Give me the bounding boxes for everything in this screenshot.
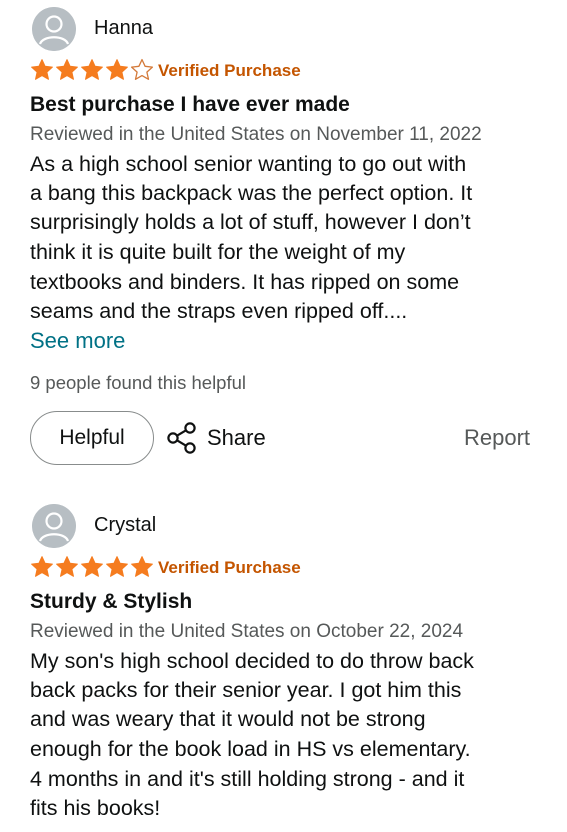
star-rating — [30, 58, 155, 84]
reviewer-name[interactable]: Crystal — [94, 514, 156, 537]
review-card: Crystal Verified Purchase Sturdy & Styli… — [0, 497, 567, 832]
star-empty-icon — [130, 58, 154, 80]
share-button[interactable]: Share — [166, 418, 266, 458]
verified-purchase-badge: Verified Purchase — [158, 61, 301, 80]
helpful-button[interactable]: Helpful — [30, 411, 154, 465]
review-text-line: textbooks and binders. It has ripped on … — [30, 270, 460, 294]
review-text-line: surprisingly holds a lot of stuff, howev… — [30, 210, 471, 234]
helpful-count: 9 people found this helpful — [30, 372, 247, 393]
review-text-line: and was weary that it would not be stron… — [30, 707, 426, 731]
avatar[interactable] — [32, 504, 76, 548]
share-icon — [167, 422, 196, 454]
review-text-line: think it is quite built for the weight o… — [30, 240, 406, 264]
see-more-link[interactable]: See more — [30, 328, 125, 354]
report-link[interactable]: Report — [464, 425, 530, 451]
star-filled-icon — [56, 59, 78, 80]
review-text-line: My son's high school decided to do throw… — [30, 649, 474, 673]
reviewer-name[interactable]: Hanna — [94, 17, 153, 40]
avatar[interactable] — [32, 7, 76, 51]
review-date: Reviewed in the United States on October… — [30, 621, 464, 642]
star-filled-icon — [31, 59, 53, 80]
review-title[interactable]: Sturdy & Stylish — [30, 590, 192, 614]
review-text-line: back packs for their senior year. I got … — [30, 678, 462, 702]
share-label: Share — [207, 425, 266, 450]
star-filled-icon — [106, 59, 128, 80]
helpful-button-label: Helpful — [59, 426, 125, 449]
verified-purchase-badge: Verified Purchase — [158, 558, 301, 577]
review-text-line: seams and the straps even ripped off.... — [30, 299, 408, 323]
review-title[interactable]: Best purchase I have ever made — [30, 93, 350, 117]
review-card: Hanna Verified Purchase Best purchase I … — [0, 0, 567, 470]
user-icon — [32, 504, 76, 548]
review-text-line: fits his books! — [30, 796, 161, 820]
review-text-line: a bang this backpack was the perfect opt… — [30, 181, 473, 205]
user-icon — [32, 7, 76, 51]
review-text-line: 4 months in and it's still holding stron… — [30, 767, 465, 791]
review-text-line: As a high school senior wanting to go ou… — [30, 152, 467, 176]
star-filled-icon — [106, 556, 128, 577]
review-date: Reviewed in the United States on Novembe… — [30, 124, 482, 145]
star-filled-icon — [81, 556, 103, 577]
review-text-line: enough for the book load in HS vs elemen… — [30, 737, 471, 761]
star-filled-icon — [31, 556, 53, 577]
star-filled-icon — [56, 556, 78, 577]
star-filled-icon — [131, 556, 153, 577]
star-filled-icon — [81, 59, 103, 80]
star-rating — [30, 555, 155, 581]
